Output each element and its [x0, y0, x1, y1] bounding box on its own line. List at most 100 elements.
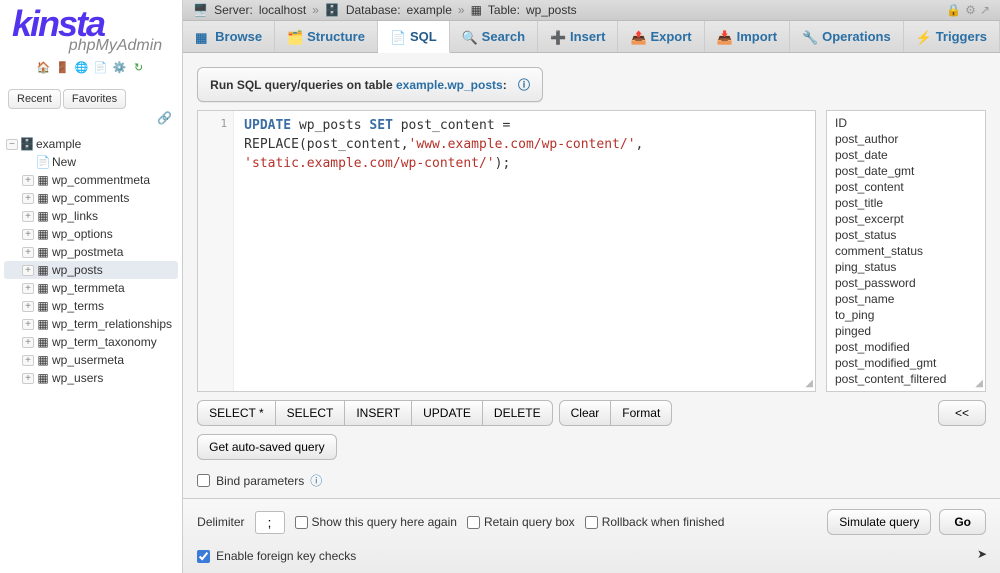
resize-handle[interactable]: ◢	[975, 378, 983, 389]
tree-table-wp_term_relationships[interactable]: +▦wp_term_relationships	[4, 315, 178, 333]
tab-sql[interactable]: 📄SQL	[378, 21, 450, 53]
tree-db[interactable]: − 🗄️ example	[4, 135, 178, 153]
breadcrumb-db[interactable]: example	[407, 3, 452, 17]
line-gutter: 1	[198, 111, 234, 391]
tab-search[interactable]: 🔍Search	[450, 21, 538, 52]
column-comment_status[interactable]: comment_status	[835, 243, 977, 259]
expand-icon[interactable]: +	[22, 229, 34, 240]
sql-editor[interactable]: 1 UPDATE wp_posts SET post_content = REP…	[197, 110, 816, 392]
breadcrumb-table[interactable]: wp_posts	[526, 3, 577, 17]
expand-icon[interactable]: +	[22, 283, 34, 294]
tab-triggers[interactable]: ⚡Triggers	[904, 21, 1000, 52]
tree-table-label: wp_term_taxonomy	[52, 335, 157, 349]
column-post_content[interactable]: post_content	[835, 179, 977, 195]
tree-new[interactable]: 📄 New	[4, 153, 178, 171]
help-icon[interactable]: ⓘ	[310, 472, 322, 489]
globe-icon[interactable]: 🌐	[74, 59, 90, 75]
tree-table-wp_postmeta[interactable]: +▦wp_postmeta	[4, 243, 178, 261]
column-post_modified[interactable]: post_modified	[835, 339, 977, 355]
column-ping_status[interactable]: ping_status	[835, 259, 977, 275]
help-icon[interactable]: ⓘ	[518, 78, 530, 92]
column-post_status[interactable]: post_status	[835, 227, 977, 243]
run-target[interactable]: example.wp_posts	[396, 78, 503, 92]
columns-panel[interactable]: IDpost_authorpost_datepost_date_gmtpost_…	[826, 110, 986, 392]
autosave-button[interactable]: Get auto-saved query	[197, 434, 336, 460]
link-icon[interactable]: 🔗	[0, 111, 182, 125]
column-post_title[interactable]: post_title	[835, 195, 977, 211]
delimiter-input[interactable]	[255, 511, 285, 534]
tree-table-wp_usermeta[interactable]: +▦wp_usermeta	[4, 351, 178, 369]
tab-insert[interactable]: ➕Insert	[538, 21, 618, 52]
column-post_excerpt[interactable]: post_excerpt	[835, 211, 977, 227]
tree-table-wp_terms[interactable]: +▦wp_terms	[4, 297, 178, 315]
expand-icon[interactable]: +	[22, 355, 34, 366]
reload-icon[interactable]: ↻	[131, 59, 147, 75]
tab-browse[interactable]: ▦Browse	[183, 21, 275, 52]
column-post_content_filtered[interactable]: post_content_filtered	[835, 371, 977, 387]
insert-button[interactable]: INSERT	[344, 400, 412, 426]
tree-table-wp_termmeta[interactable]: +▦wp_termmeta	[4, 279, 178, 297]
tab-recent[interactable]: Recent	[8, 89, 61, 109]
expand-icon[interactable]: +	[22, 247, 34, 258]
expand-icon[interactable]: +	[22, 175, 34, 186]
tree-table-wp_commentmeta[interactable]: +▦wp_commentmeta	[4, 171, 178, 189]
tree-table-wp_users[interactable]: +▦wp_users	[4, 369, 178, 387]
show-again-checkbox[interactable]	[295, 516, 308, 529]
clear-button[interactable]: Clear	[559, 400, 612, 426]
server-icon: 🖥️	[193, 3, 208, 17]
tree-table-wp_options[interactable]: +▦wp_options	[4, 225, 178, 243]
tab-structure[interactable]: 🗂️Structure	[275, 21, 378, 52]
update-button[interactable]: UPDATE	[411, 400, 483, 426]
column-post_password[interactable]: post_password	[835, 275, 977, 291]
select-star-button[interactable]: SELECT *	[197, 400, 275, 426]
settings-icon[interactable]: ⚙️	[112, 59, 128, 75]
resize-handle[interactable]: ◢	[805, 378, 813, 389]
lock-icon[interactable]: 🔒	[946, 3, 961, 17]
docs-icon[interactable]: 📄	[93, 59, 109, 75]
column-post_name[interactable]: post_name	[835, 291, 977, 307]
expand-icon[interactable]: +	[22, 319, 34, 330]
tree-table-wp_comments[interactable]: +▦wp_comments	[4, 189, 178, 207]
retain-checkbox[interactable]	[467, 516, 480, 529]
breadcrumb: 🖥️ Server: localhost » 🗄️ Database: exam…	[183, 0, 1000, 21]
rollback-checkbox[interactable]	[585, 516, 598, 529]
column-pinged[interactable]: pinged	[835, 323, 977, 339]
column-post_date_gmt[interactable]: post_date_gmt	[835, 163, 977, 179]
simulate-button[interactable]: Simulate query	[827, 509, 931, 535]
table-icon: ▦	[36, 209, 50, 223]
collapse-icon[interactable]: −	[6, 139, 18, 150]
column-post_modified_gmt[interactable]: post_modified_gmt	[835, 355, 977, 371]
breadcrumb-server[interactable]: localhost	[259, 3, 306, 17]
tab-import[interactable]: 📥Import	[705, 21, 790, 52]
tab-favorites[interactable]: Favorites	[63, 89, 126, 109]
expand-icon[interactable]: +	[22, 301, 34, 312]
database-icon: 🗄️	[325, 3, 340, 17]
expand-icon[interactable]: +	[22, 337, 34, 348]
select-button[interactable]: SELECT	[275, 400, 346, 426]
exit-icon[interactable]: 🚪	[55, 59, 71, 75]
expand-icon[interactable]: +	[22, 265, 34, 276]
collapse-columns-button[interactable]: <<	[938, 400, 986, 426]
go-button[interactable]: Go	[939, 509, 986, 535]
home-icon[interactable]: 🏠	[36, 59, 52, 75]
column-post_author[interactable]: post_author	[835, 131, 977, 147]
tab-triggers-label: Triggers	[936, 29, 987, 44]
expand-icon[interactable]: +	[22, 211, 34, 222]
expand-icon[interactable]: ↗	[980, 3, 990, 17]
gear-icon[interactable]: ⚙	[965, 3, 976, 17]
bind-params-checkbox[interactable]	[197, 474, 210, 487]
sql-code[interactable]: UPDATE wp_posts SET post_content = REPLA…	[234, 111, 815, 391]
column-to_ping[interactable]: to_ping	[835, 307, 977, 323]
column-post_date[interactable]: post_date	[835, 147, 977, 163]
fk-checkbox[interactable]	[197, 550, 210, 563]
tree-table-wp_posts[interactable]: +▦wp_posts	[4, 261, 178, 279]
format-button[interactable]: Format	[610, 400, 672, 426]
tree-table-wp_links[interactable]: +▦wp_links	[4, 207, 178, 225]
tree-table-wp_term_taxonomy[interactable]: +▦wp_term_taxonomy	[4, 333, 178, 351]
expand-icon[interactable]: +	[22, 373, 34, 384]
column-ID[interactable]: ID	[835, 115, 977, 131]
tab-export[interactable]: 📤Export	[618, 21, 704, 52]
tab-operations[interactable]: 🔧Operations	[790, 21, 904, 52]
expand-icon[interactable]: +	[22, 193, 34, 204]
delete-button[interactable]: DELETE	[482, 400, 553, 426]
